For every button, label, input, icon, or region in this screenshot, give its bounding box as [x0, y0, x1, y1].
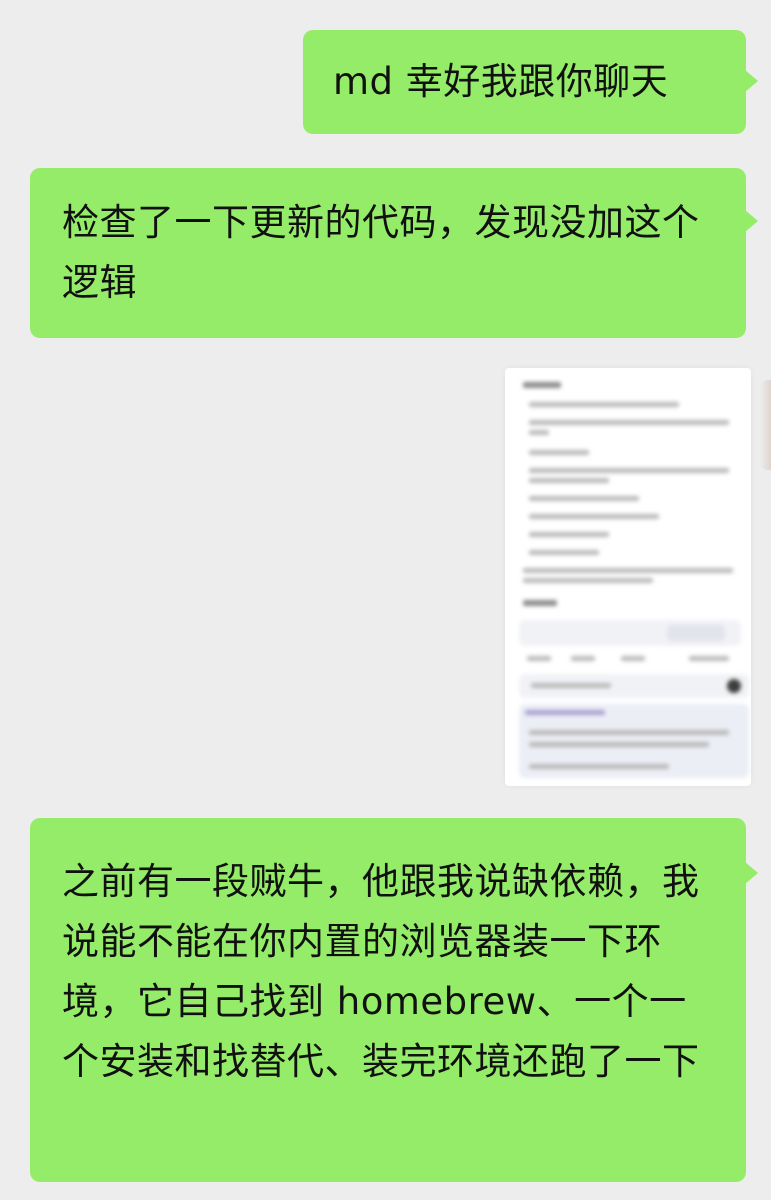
adjacent-avatar-edge: [760, 380, 771, 470]
message-text: 检查了一下更新的代码，发现没加这个逻辑: [62, 201, 700, 304]
message-bubble[interactable]: 检查了一下更新的代码，发现没加这个逻辑: [30, 168, 758, 338]
message-bubble[interactable]: 之前有一段贼牛，他跟我说缺依赖，我说能不能在你内置的浏览器装一下环境，它自己找到…: [30, 818, 758, 1182]
blurred-screenshot: [505, 368, 751, 786]
message-bubble[interactable]: md 幸好我跟你聊天: [303, 30, 758, 134]
message-text: 之前有一段贼牛，他跟我说缺依赖，我说能不能在你内置的浏览器装一下环境，它自己找到…: [62, 860, 700, 1083]
image-message-thumbnail[interactable]: [505, 368, 751, 786]
message-text: md 幸好我跟你聊天: [333, 60, 669, 103]
chat-window: md 幸好我跟你聊天 检查了一下更新的代码，发现没加这个逻辑 之前有一段贼牛，他…: [0, 0, 771, 1200]
